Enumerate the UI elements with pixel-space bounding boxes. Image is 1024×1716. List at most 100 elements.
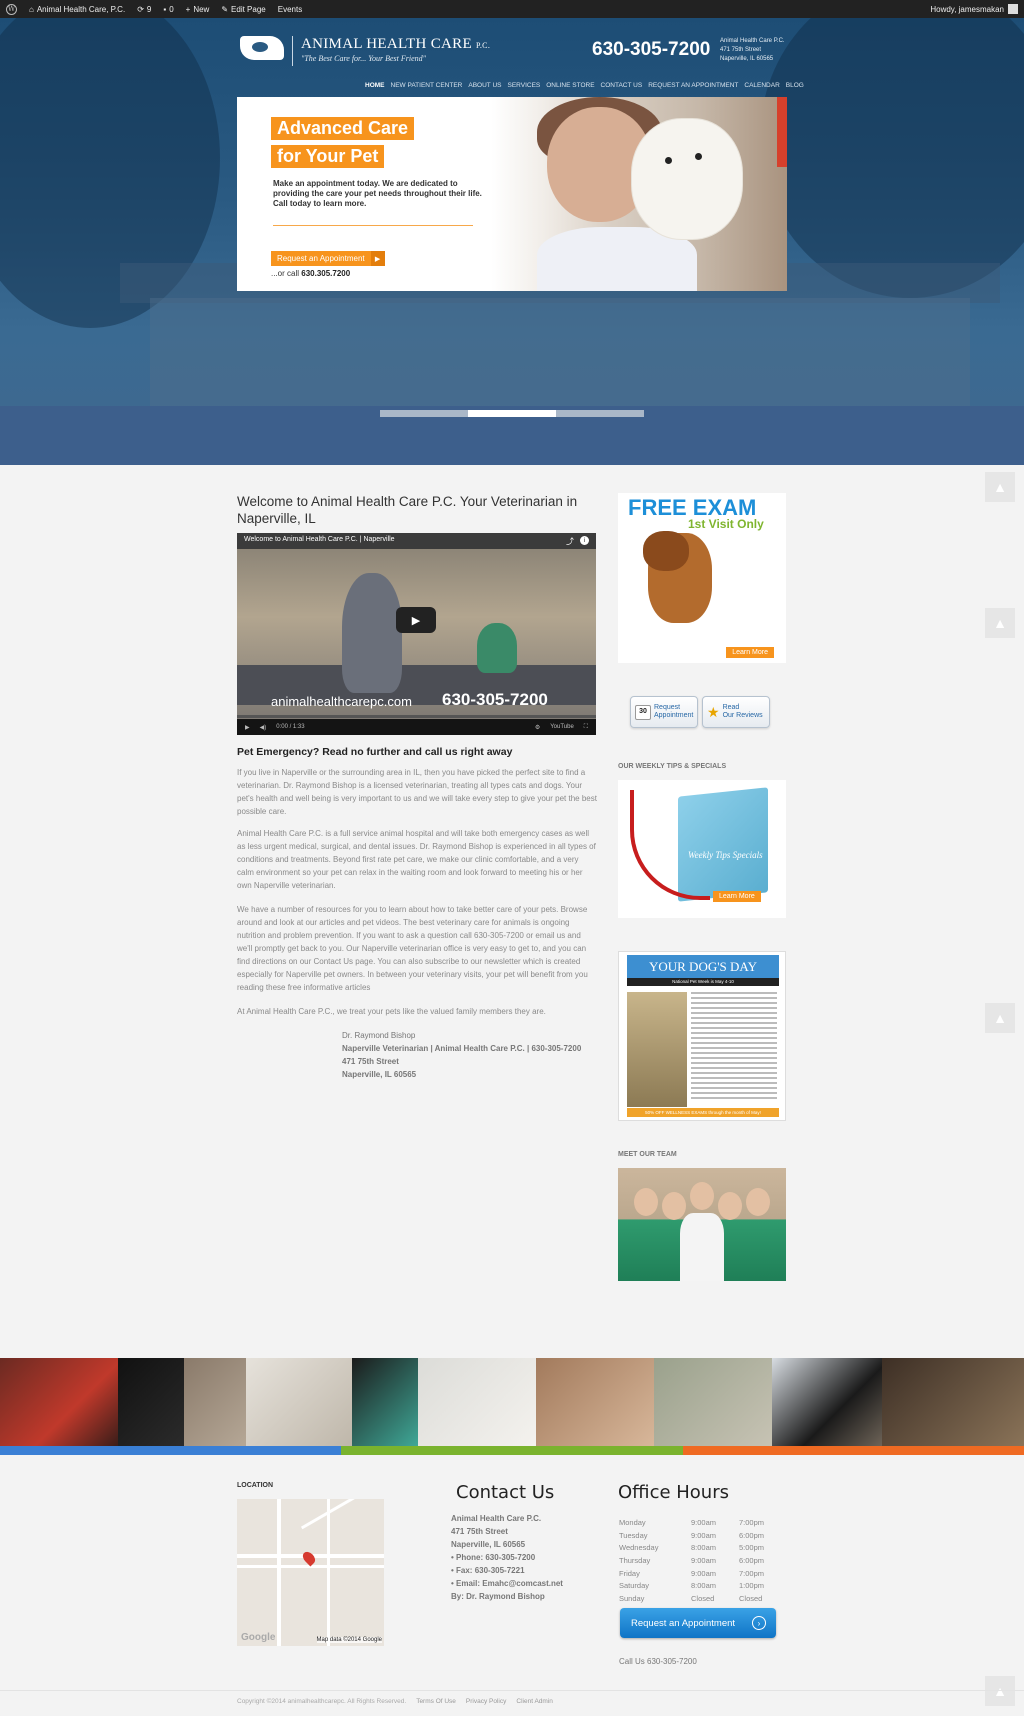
slider-dot[interactable] [556, 410, 644, 417]
hours-row: Monday 9:00am 7:00pm [619, 1517, 765, 1527]
nav-calendar[interactable]: CALENDAR [744, 82, 779, 89]
updates-link[interactable]: ⟳ 9 [137, 5, 151, 14]
map-attribution: Map data ©2014 Google [316, 1637, 382, 1643]
nav-request-appointment[interactable]: REQUEST AN APPOINTMENT [648, 82, 738, 89]
page-title: Welcome to Animal Health Care P.C. Your … [237, 494, 578, 526]
emergency-heading: Pet Emergency? Read no further and call … [237, 746, 513, 758]
slide-headline-1: Advanced Care [271, 117, 415, 140]
pet-photo[interactable] [418, 1358, 536, 1446]
slider-dot[interactable] [380, 410, 468, 417]
pet-photo[interactable] [246, 1358, 352, 1446]
comment-icon: ▪ [163, 4, 167, 14]
request-appointment-button[interactable]: 30 Request Appointment [630, 696, 698, 728]
dogday-title: YOUR DOG'S DAY [627, 955, 779, 978]
site-name-label: Animal Health Care, P.C. [36, 4, 126, 14]
nav-home[interactable]: HOME [365, 82, 385, 89]
slide-description: Make an appointment today. We are dedica… [273, 179, 482, 208]
weekly-tips-banner[interactable]: Weekly Tips Specials Learn More [618, 780, 786, 918]
site-logo[interactable]: ANIMAL HEALTH CARE P.C. "The Best Care f… [240, 36, 490, 66]
copyright-text: Copyright ©2014 animalhealthcarepc. All … [237, 1698, 407, 1705]
nav-about-us[interactable]: ABOUT US [468, 82, 501, 89]
pet-photo[interactable] [536, 1358, 654, 1446]
map-pin-icon[interactable] [300, 1549, 318, 1567]
pet-photo[interactable] [352, 1358, 418, 1446]
footer-request-appointment-button[interactable]: Request an Appointment › [620, 1608, 776, 1638]
video-player[interactable]: Welcome to Animal Health Care P.C. | Nap… [237, 533, 596, 735]
meet-team-label: MEET OUR TEAM [618, 1151, 677, 1158]
pet-photo[interactable] [184, 1358, 246, 1446]
team-member [662, 1192, 686, 1220]
wp-admin-bar: W ⌂ Animal Health Care, P.C. ⟳ 9 ▪ 0 + New ✎… [0, 0, 1024, 18]
team-photo[interactable] [618, 1168, 786, 1281]
contact-phone[interactable]: • Phone: 630-305-7200 [451, 1551, 563, 1564]
dogday-text-lines [691, 992, 777, 1102]
nav-blog[interactable]: BLOG [786, 82, 804, 89]
pet-photo[interactable] [772, 1358, 882, 1446]
wordpress-menu[interactable]: W [6, 3, 17, 15]
pet-photo[interactable] [118, 1358, 184, 1446]
scroll-up-button[interactable]: ▲ [985, 1003, 1015, 1033]
free-exam-banner[interactable]: FREE EXAM 1st Visit Only Learn More [618, 493, 786, 663]
share-icon[interactable]: ⤴ [566, 536, 574, 547]
hero-slide: Advanced Care for Your Pet Make an appoi… [237, 97, 787, 291]
team-member [718, 1192, 742, 1220]
free-exam-subtitle: 1st Visit Only [688, 517, 764, 531]
events-link[interactable]: Events [278, 5, 302, 14]
contact-email[interactable]: • Email: Emahc@comcast.net [451, 1577, 563, 1590]
slider-pagination [380, 410, 644, 417]
play-icon[interactable]: ▶ [245, 724, 250, 731]
fullscreen-icon[interactable]: ⛶ [584, 724, 588, 731]
new-content-link[interactable]: + New [186, 5, 210, 14]
volume-icon[interactable]: ◀) [260, 724, 267, 731]
slide-divider [273, 225, 473, 226]
call-us-text: Call Us 630-305-7200 [619, 1657, 697, 1666]
nav-online-store[interactable]: ONLINE STORE [546, 82, 594, 89]
slider-dot-active[interactable] [468, 410, 556, 417]
video-title[interactable]: Welcome to Animal Health Care P.C. | Nap… [244, 536, 395, 543]
read-reviews-button[interactable]: ★ Read Our Reviews [702, 696, 770, 728]
site-name-link[interactable]: ⌂ Animal Health Care, P.C. [29, 5, 125, 14]
settings-icon[interactable]: ⚙ [535, 724, 540, 731]
nav-services[interactable]: SERVICES [507, 82, 540, 89]
account-menu[interactable]: Howdy, jamesmakan [930, 4, 1018, 14]
hours-row: Saturday 8:00am 1:00pm [619, 1581, 765, 1591]
location-map[interactable]: Google Map data ©2014 Google [237, 1499, 384, 1646]
video-person [477, 623, 517, 673]
map-road [300, 1499, 364, 1530]
nav-new-patient-center[interactable]: NEW PATIENT CENTER [391, 82, 463, 89]
scroll-up-button[interactable]: ▲ [985, 1676, 1015, 1706]
learn-more-button[interactable]: Learn More [726, 647, 774, 658]
client-admin-link[interactable]: Client Admin [516, 1698, 553, 1705]
privacy-link[interactable]: Privacy Policy [466, 1698, 506, 1705]
your-dogs-day-flyer[interactable]: YOUR DOG'S DAY National Pet Week is May … [618, 951, 786, 1121]
video-play-button[interactable]: ▶ [396, 607, 436, 633]
learn-more-button[interactable]: Learn More [713, 891, 761, 902]
terms-link[interactable]: Terms Of Use [416, 1698, 456, 1705]
plus-icon: + [185, 4, 191, 14]
doctor-white-coat [680, 1213, 724, 1281]
dog-eye [695, 153, 702, 160]
pet-photo[interactable] [882, 1358, 1024, 1446]
header-phone[interactable]: 630-305-7200 [592, 39, 710, 61]
footer-color-bar [0, 1446, 1024, 1455]
pet-photo[interactable] [0, 1358, 118, 1446]
hours-row: Thursday 9:00am 6:00pm [619, 1555, 765, 1565]
hours-row: Wednesday 8:00am 5:00pm [619, 1543, 765, 1553]
child-with-dog-photo [627, 992, 687, 1107]
scroll-up-button[interactable]: ▲ [985, 472, 1015, 502]
body-paragraph: Animal Health Care P.C. is a full servic… [237, 829, 596, 890]
comments-link[interactable]: ▪ 0 [163, 5, 173, 14]
youtube-logo[interactable]: YouTube [550, 724, 574, 730]
video-time: 0:00 / 1:33 [276, 724, 305, 730]
slide-request-appointment-button[interactable]: Request an Appointment ▶ [271, 251, 385, 266]
video-progress-bar[interactable] [237, 715, 596, 718]
info-icon[interactable]: i [580, 536, 589, 545]
scroll-up-button[interactable]: ▲ [985, 608, 1015, 638]
video-url-overlay: animalhealthcarepc.com [271, 694, 412, 709]
nav-contact-us[interactable]: CONTACT US [601, 82, 643, 89]
howdy-label: Howdy, jamesmakan [930, 4, 1004, 14]
edit-page-link[interactable]: ✎ Edit Page [221, 5, 265, 14]
pet-photo[interactable] [654, 1358, 772, 1446]
body-paragraph: If you live in Naperville or the surroun… [237, 768, 597, 816]
comments-count: 0 [169, 4, 174, 14]
